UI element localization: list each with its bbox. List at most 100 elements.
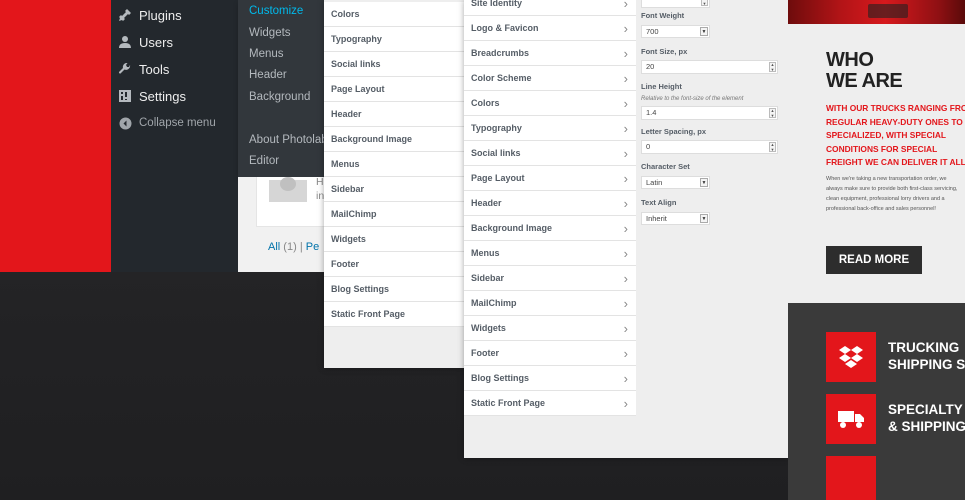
panel1-item-widgets[interactable]: Widgets	[324, 227, 464, 252]
dropbox-icon	[826, 332, 876, 382]
site-preview: WHO WE ARE WITH OUR TRUCKS RANGING FROM …	[788, 0, 965, 500]
chevron-right-icon: ›	[623, 21, 628, 36]
panel2-item-mailchimp[interactable]: MailChimp ›	[464, 291, 636, 316]
truck-icon	[826, 394, 876, 444]
panel1-item-sidebar[interactable]: Sidebar	[324, 177, 464, 202]
dropdown-arrow-icon: ▼	[700, 214, 708, 223]
panel1-item-static-front-page[interactable]: Static Front Page	[324, 302, 464, 327]
admin-menu-tools[interactable]: Tools	[118, 59, 169, 79]
select-value: Inherit	[646, 214, 667, 223]
collapse-menu-button[interactable]: Collapse menu	[118, 113, 216, 133]
panel1-item-background-image[interactable]: Background Image	[324, 127, 464, 152]
submenu-customize[interactable]: Customize	[249, 5, 303, 17]
spinner-icon: ▲▼	[769, 142, 776, 152]
plugin-icon	[118, 8, 132, 22]
panel2-item-background-image[interactable]: Background Image ›	[464, 216, 636, 241]
panel1-item-mailchimp[interactable]: MailChimp	[324, 202, 464, 227]
panel1-item-menus[interactable]: Menus	[324, 152, 464, 177]
panel2-item-site-identity[interactable]: Site Identity ›	[464, 0, 636, 16]
panel1-item-header[interactable]: Header	[324, 102, 464, 127]
character-set-select[interactable]: Latin ▼	[641, 176, 710, 189]
submenu-background[interactable]: Background	[249, 91, 310, 103]
chevron-right-icon: ›	[623, 96, 628, 111]
chevron-right-icon: ›	[623, 346, 628, 361]
panel2-item-widgets[interactable]: Widgets ›	[464, 316, 636, 341]
panel1-item-footer[interactable]: Footer	[324, 252, 464, 277]
panel2-item-color-scheme[interactable]: Color Scheme ›	[464, 66, 636, 91]
about-heading: WHO WE ARE	[826, 49, 903, 92]
submenu-widgets[interactable]: Widgets	[249, 27, 291, 39]
panel1-item-social-links[interactable]: Social links	[324, 52, 464, 77]
letter-spacing-label: Letter Spacing, px	[641, 127, 707, 136]
service-title-line: SHIPPING S	[888, 357, 965, 372]
chevron-right-icon: ›	[623, 296, 628, 311]
top-cut-input[interactable]: ▲▼	[641, 0, 710, 8]
panel2-item-typography[interactable]: Typography ›	[464, 116, 636, 141]
panel2-item-footer[interactable]: Footer ›	[464, 341, 636, 366]
section-label: Widgets	[471, 323, 506, 333]
panel1-item-colors[interactable]: Colors	[324, 2, 464, 27]
comment-row: H in	[256, 177, 324, 227]
panel2-item-logo-favicon[interactable]: Logo & Favicon ›	[464, 16, 636, 41]
font-weight-label: Font Weight	[641, 11, 685, 20]
wrench-icon	[118, 62, 132, 76]
panel2-item-breadcrumbs[interactable]: Breadcrumbs ›	[464, 41, 636, 66]
chevron-right-icon: ›	[623, 0, 628, 11]
line-height-label: Line Height	[641, 82, 682, 91]
settings-icon	[118, 89, 132, 103]
customizer-section-list: Site Identity › Logo & Favicon › Breadcrum…	[464, 0, 636, 416]
heading-line: WHO	[826, 49, 874, 71]
font-weight-select[interactable]: 700 ▼	[641, 25, 710, 38]
section-label: Typography	[471, 123, 522, 133]
section-label: Footer	[471, 348, 499, 358]
heading-line: WE ARE	[826, 70, 903, 92]
section-label: Social links	[471, 148, 521, 158]
user-icon	[118, 35, 132, 49]
admin-sidebar: Plugins Users Tools Settings Collapse me…	[111, 0, 238, 272]
letter-spacing-input[interactable]: 0 ▲ ▼	[641, 140, 778, 154]
submenu-menus[interactable]: Menus	[249, 48, 284, 60]
input-value: 20	[646, 62, 655, 71]
customizer-panel-front: Site Identity › Logo & Favicon › Breadcrum…	[464, 0, 788, 458]
panel2-item-page-layout[interactable]: Page Layout ›	[464, 166, 636, 191]
section-label: Colors	[471, 98, 500, 108]
filter-all-count: (1)	[283, 241, 297, 253]
chevron-right-icon: ›	[623, 121, 628, 136]
section-label: Blog Settings	[471, 373, 529, 383]
service-icon-partial	[826, 456, 876, 500]
comment-text: in	[316, 190, 324, 202]
panel2-item-social-links[interactable]: Social links ›	[464, 141, 636, 166]
spinner-icon: ▲▼	[769, 108, 776, 118]
collapse-menu-label: Collapse menu	[139, 117, 216, 129]
service-title: SPECIALTY & SHIPPING	[888, 401, 965, 435]
panel1-item-blog-settings[interactable]: Blog Settings	[324, 277, 464, 302]
panel1-item-typography[interactable]: Typography	[324, 27, 464, 52]
filter-separator: |	[299, 241, 303, 253]
submenu-header[interactable]: Header	[249, 69, 287, 81]
admin-menu-plugins[interactable]: Plugins	[118, 5, 182, 25]
panel2-item-header[interactable]: Header ›	[464, 191, 636, 216]
panel2-item-blog-settings[interactable]: Blog Settings ›	[464, 366, 636, 391]
collapse-arrow-icon	[118, 116, 132, 130]
section-label: Breadcrumbs	[471, 48, 530, 58]
chevron-right-icon: ›	[623, 271, 628, 286]
panel2-item-menus[interactable]: Menus ›	[464, 241, 636, 266]
panel2-item-sidebar[interactable]: Sidebar ›	[464, 266, 636, 291]
text-align-select[interactable]: Inherit ▼	[641, 212, 710, 225]
filter-pending-link[interactable]: Pe	[306, 241, 319, 253]
admin-menu-settings[interactable]: Settings	[118, 86, 186, 106]
red-background	[0, 0, 111, 272]
panel2-item-colors[interactable]: Colors ›	[464, 91, 636, 116]
submenu-about-theme[interactable]: About Photolab	[249, 134, 328, 146]
section-label: Page Layout	[471, 173, 525, 183]
panel2-item-static-front-page[interactable]: Static Front Page ›	[464, 391, 636, 416]
line-height-input[interactable]: 1.4 ▲ ▼	[641, 106, 778, 120]
font-size-input[interactable]: 20 ▲ ▼	[641, 60, 778, 74]
submenu-editor[interactable]: Editor	[249, 155, 279, 167]
read-more-button[interactable]: READ MORE	[826, 246, 922, 274]
panel1-item-page-layout[interactable]: Page Layout	[324, 77, 464, 102]
comment-filters: All (1) | Pe	[268, 241, 319, 253]
filter-all-link[interactable]: All	[268, 241, 280, 253]
select-value: 700	[646, 27, 659, 36]
admin-menu-users[interactable]: Users	[118, 32, 173, 52]
